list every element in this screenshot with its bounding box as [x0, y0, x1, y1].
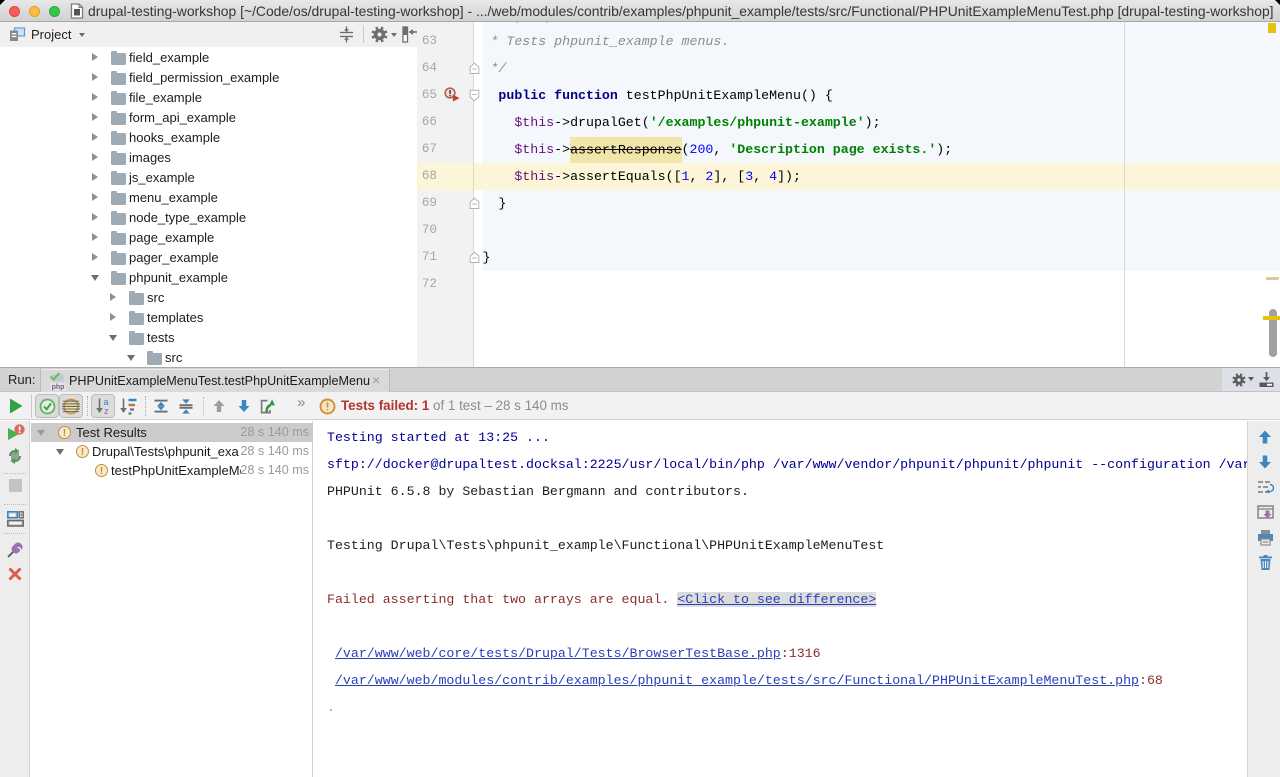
svg-text:php: php	[52, 384, 65, 391]
svg-text:z: z	[104, 406, 109, 415]
